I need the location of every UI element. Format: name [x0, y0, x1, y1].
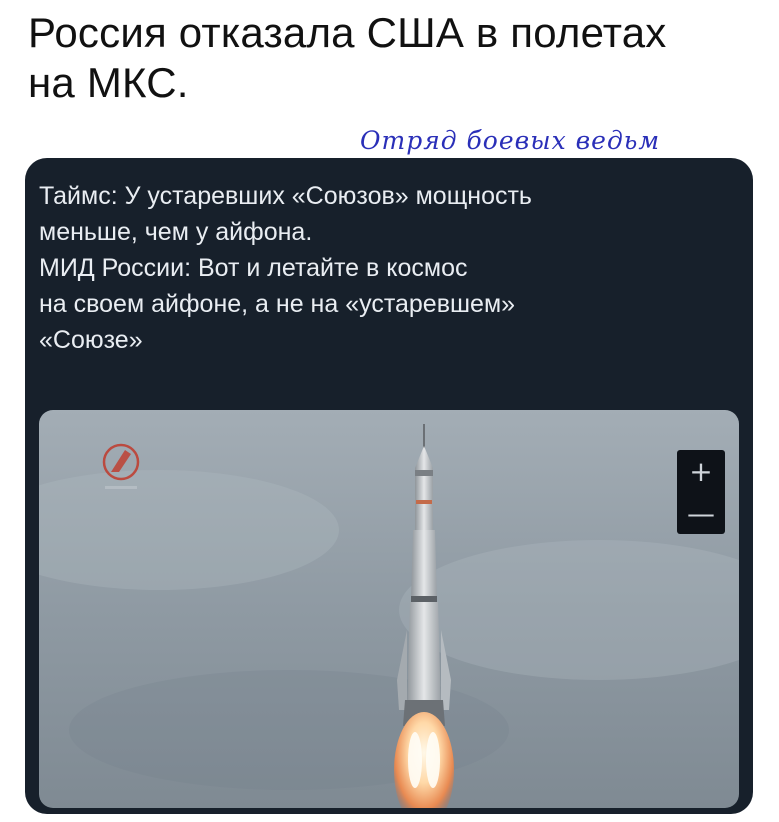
plus-icon: + — [689, 454, 713, 488]
headline: Россия отказала США в полетах на МКС. — [28, 8, 768, 108]
quote-line: на своем айфоне, а не на «устаревшем» — [39, 290, 516, 318]
minus-icon: — — [687, 496, 715, 530]
rocket-launch-photo: + — — [39, 410, 739, 808]
zoom-out-button[interactable]: — — [677, 492, 725, 534]
headline-line-1: Россия отказала США в полетах — [28, 9, 667, 56]
quote-text: Таймс: У устаревших «Союзов» мощность ме… — [39, 178, 729, 358]
watermark: Отряд боевых ведьм — [360, 126, 661, 155]
quote-line: МИД России: Вот и летайте в космос — [39, 254, 468, 282]
headline-line-2: на МКС. — [28, 59, 189, 106]
quote-line: меньше, чем у айфона. — [39, 218, 313, 246]
zoom-in-button[interactable]: + — [677, 450, 725, 492]
quote-line: «Союзе» — [39, 326, 143, 354]
zoom-controls: + — — [677, 450, 725, 534]
quote-card: Таймс: У устаревших «Союзов» мощность ме… — [25, 158, 753, 814]
rocket-launch-image — [39, 410, 739, 808]
quote-line: Таймс: У устаревших «Союзов» мощность — [39, 182, 532, 210]
